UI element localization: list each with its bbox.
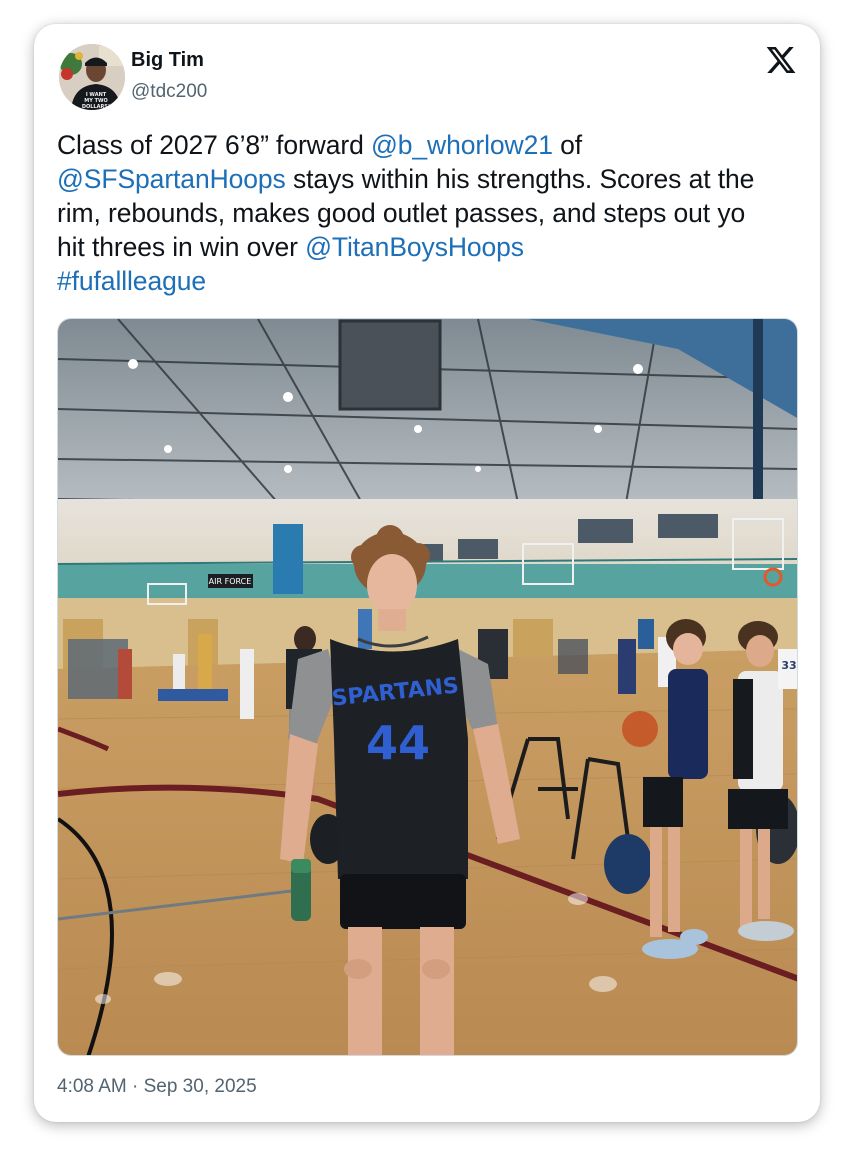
author-name[interactable]: Big Tim bbox=[131, 49, 204, 72]
x-logo-icon[interactable] bbox=[764, 44, 798, 76]
author-handle[interactable]: @tdc200 bbox=[131, 81, 207, 103]
tweet-timestamp[interactable]: 4:08 AM · Sep 30, 2025 bbox=[57, 1076, 257, 1098]
hashtag-link[interactable]: #fufallleague bbox=[57, 266, 206, 296]
tweet-card: I WANT MY TWO DOLLARS! Big Tim @tdc200 C… bbox=[34, 24, 820, 1122]
tweet-photo[interactable]: AIR FORCE 33 SPARTANS 44 bbox=[57, 318, 798, 1056]
tweet-text-segment: of bbox=[552, 130, 583, 160]
side-player-number: 33 bbox=[781, 659, 796, 672]
mention-link[interactable]: @TitanBoysHoops bbox=[305, 232, 524, 262]
tweet-text-segment: Class of 2027 6’8” forward bbox=[57, 130, 371, 160]
jersey-number: 44 bbox=[366, 716, 430, 770]
mention-link[interactable]: @b_whorlow21 bbox=[371, 130, 553, 160]
banner-text: AIR FORCE bbox=[209, 577, 252, 586]
tweet-text: Class of 2027 6’8” forward @b_whorlow21 … bbox=[57, 128, 777, 298]
svg-text:DOLLARS!: DOLLARS! bbox=[82, 104, 110, 110]
avatar-image: I WANT MY TWO DOLLARS! bbox=[59, 44, 125, 110]
gym-photo-illustration: AIR FORCE 33 SPARTANS 44 bbox=[58, 319, 797, 1055]
avatar[interactable]: I WANT MY TWO DOLLARS! bbox=[59, 44, 125, 110]
mention-link[interactable]: @SFSpartanHoops bbox=[57, 164, 286, 194]
